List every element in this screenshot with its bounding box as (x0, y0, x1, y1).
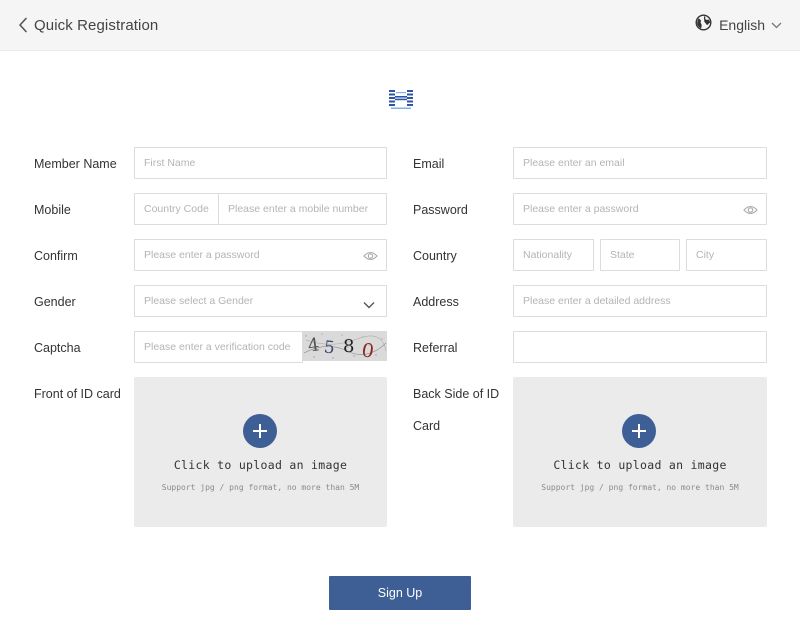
gender-select-input[interactable] (135, 286, 386, 316)
referral-field (513, 331, 767, 363)
front-id-upload[interactable]: Click to upload an image Support jpg / p… (134, 377, 387, 527)
first-name-input[interactable] (135, 148, 386, 178)
first-name-field (134, 147, 387, 179)
language-label: English (719, 17, 765, 33)
top-bar: Quick Registration English (0, 0, 800, 51)
nationality-field (513, 239, 594, 271)
mobile-field (218, 193, 387, 225)
chevron-left-icon (18, 17, 28, 33)
gender-select[interactable] (134, 285, 387, 317)
country-label: Country (413, 249, 457, 263)
back-id-upload[interactable]: Click to upload an image Support jpg / p… (513, 377, 767, 527)
captcha-char-3: 8 (343, 336, 354, 357)
state-field (600, 239, 680, 271)
member-name-label: Member Name (34, 157, 117, 171)
logo-icon (388, 88, 414, 110)
password-input[interactable] (514, 194, 766, 224)
address-label: Address (413, 295, 459, 309)
plus-icon[interactable] (622, 414, 656, 448)
back-id-label-line2: Card (413, 419, 441, 433)
chevron-down-icon (771, 16, 782, 34)
captcha-char-2: 5 (323, 337, 336, 358)
email-input[interactable] (514, 148, 766, 178)
address-input[interactable] (514, 286, 766, 316)
captcha-image[interactable]: 4 5 8 0 (302, 331, 387, 361)
mobile-input[interactable] (219, 194, 386, 224)
chevron-down-icon (363, 296, 375, 314)
confirm-label: Confirm (34, 249, 78, 263)
captcha-label: Captcha (34, 341, 81, 355)
front-id-label: Front of ID card (34, 387, 121, 401)
upload-title: Click to upload an image (173, 458, 348, 472)
country-code-input[interactable] (135, 194, 218, 224)
sign-up-button[interactable]: Sign Up (329, 576, 471, 610)
nationality-input[interactable] (514, 240, 593, 270)
country-code-field (134, 193, 219, 225)
referral-label: Referral (413, 341, 458, 355)
email-label: Email (413, 157, 445, 171)
captcha-field (134, 331, 303, 363)
language-selector[interactable]: English (695, 13, 782, 37)
back-button[interactable]: Quick Registration (18, 13, 158, 37)
city-input[interactable] (687, 240, 766, 270)
upload-hint: Support jpg / png format, no more than 5… (541, 483, 739, 492)
captcha-input[interactable] (135, 332, 302, 362)
gender-label: Gender (34, 295, 76, 309)
page-title: Quick Registration (34, 16, 159, 34)
plus-icon[interactable] (243, 414, 277, 448)
globe-icon (695, 14, 712, 36)
password-field (513, 193, 767, 225)
eye-icon[interactable] (363, 249, 378, 267)
city-field (686, 239, 767, 271)
upload-title: Click to upload an image (553, 458, 727, 472)
eye-icon[interactable] (743, 203, 758, 221)
confirm-password-input[interactable] (135, 240, 386, 270)
back-id-label-line1: Back Side of ID (413, 387, 500, 401)
upload-hint: Support jpg / png format, no more than 5… (161, 483, 360, 492)
address-field (513, 285, 767, 317)
referral-input[interactable] (514, 332, 766, 362)
confirm-password-field (134, 239, 387, 271)
password-label: Password (413, 203, 468, 217)
state-input[interactable] (601, 240, 679, 270)
mobile-label: Mobile (34, 203, 71, 217)
email-field (513, 147, 767, 179)
